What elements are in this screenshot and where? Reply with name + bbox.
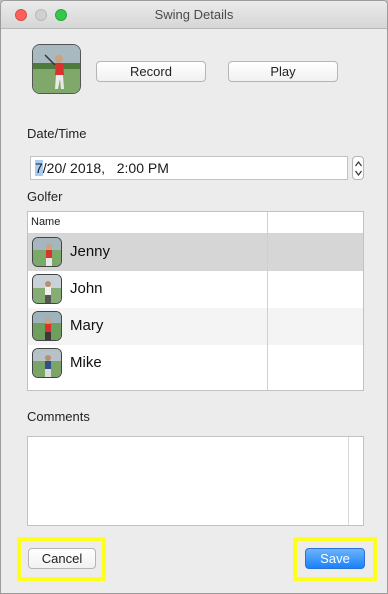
golfer-thumbnail-icon: [32, 237, 62, 267]
record-button[interactable]: Record: [96, 61, 206, 82]
table-row[interactable]: Mary: [28, 308, 363, 345]
datetime-field[interactable]: 7/20/ 2018, 2:00 PM: [30, 156, 348, 180]
golfer-thumbnail-icon: [32, 348, 62, 378]
comments-label: Comments: [27, 409, 90, 424]
swing-thumbnail-icon: [32, 44, 81, 94]
save-button[interactable]: Save: [305, 548, 365, 569]
comments-scrollbar-track[interactable]: [348, 437, 349, 525]
table-row[interactable]: Jenny: [28, 234, 363, 271]
cancel-button[interactable]: Cancel: [28, 548, 96, 569]
comments-field[interactable]: [27, 436, 364, 526]
datetime-rest[interactable]: /20/ 2018, 2:00 PM: [43, 160, 169, 176]
table-row[interactable]: Mike: [28, 345, 363, 382]
golfer-name: John: [70, 280, 103, 297]
golfer-name: Jenny: [70, 243, 111, 260]
column-separator: [267, 212, 268, 390]
name-column-header[interactable]: Name: [31, 212, 60, 233]
golfer-name: Mary: [70, 317, 104, 334]
golfer-thumbnail-icon: [32, 274, 62, 304]
datetime-label: Date/Time: [27, 126, 87, 141]
play-button[interactable]: Play: [228, 61, 338, 82]
datetime-month-segment[interactable]: 7: [35, 160, 43, 176]
stepper-icon: [355, 161, 362, 176]
golfer-thumbnail-icon: [32, 311, 62, 341]
golfer-label: Golfer: [27, 189, 63, 204]
swing-details-window: Swing Details Record Play Date/Time 7/20…: [0, 0, 388, 594]
title-bar: Swing Details: [1, 1, 387, 29]
window-title: Swing Details: [154, 7, 234, 22]
datetime-stepper[interactable]: [352, 156, 364, 180]
table-header[interactable]: Name: [28, 212, 363, 234]
table-row[interactable]: John: [28, 271, 363, 308]
golfer-name: Mike: [70, 354, 102, 371]
golfer-table[interactable]: Name Jenny John Mary Mike: [27, 211, 364, 391]
